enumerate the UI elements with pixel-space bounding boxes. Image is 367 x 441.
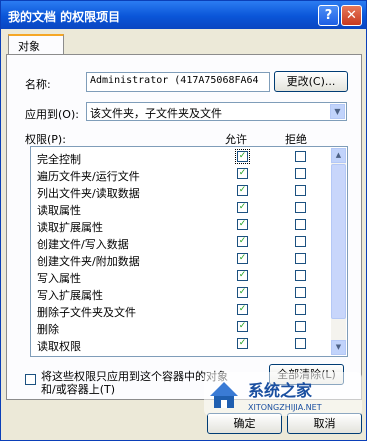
- permission-row: 创建文件夹/附加数据 ✓: [31, 251, 331, 268]
- permissions-list: 完全控制 ✓ 遍历文件夹/运行文件 ✓ 列出文件夹/读取数据 ✓ 读取属性 ✓ 读取扩展属性 ✓ 创…: [30, 146, 348, 357]
- permission-name: 完全控制: [37, 153, 81, 166]
- permission-row: 列出文件夹/读取数据 ✓: [31, 183, 331, 200]
- permission-row: 写入属性 ✓: [31, 268, 331, 285]
- chevron-down-icon[interactable]: ▼: [330, 104, 345, 119]
- permission-row: 删除子文件夹及文件 ✓: [31, 302, 331, 319]
- apply-to-label: 应用到(O):: [25, 108, 79, 121]
- permission-name: 遍历文件夹/运行文件: [37, 170, 140, 183]
- allow-checkbox[interactable]: ✓: [237, 168, 248, 179]
- permission-name: 写入扩展属性: [37, 289, 103, 302]
- apply-inherit-label-2: 和/或容器上(T): [41, 383, 116, 396]
- deny-checkbox[interactable]: [295, 287, 306, 298]
- apply-inherit-checkbox[interactable]: [25, 374, 36, 385]
- watermark-brand: 系统之家: [248, 381, 313, 400]
- scroll-up-icon[interactable]: ▲: [331, 148, 346, 163]
- deny-checkbox[interactable]: [295, 253, 306, 264]
- apply-to-value: 该文件夹，子文件夹及文件: [90, 107, 222, 120]
- title-bar[interactable]: 我的文档 的权限项目 ? ✕: [1, 1, 366, 29]
- permission-row: 读取权限 ✓: [31, 336, 331, 353]
- scroll-down-icon[interactable]: ▼: [331, 340, 346, 355]
- deny-checkbox[interactable]: [295, 151, 306, 162]
- list-scrollbar[interactable]: ▲ ▼: [331, 148, 346, 355]
- deny-checkbox[interactable]: [295, 321, 306, 332]
- change-button[interactable]: 更改(C)...: [274, 71, 348, 92]
- deny-checkbox[interactable]: [295, 304, 306, 315]
- watermark-logo: 系统之家 XITONGZHIJIA.NET: [204, 372, 362, 416]
- permission-entry-dialog: 我的文档 的权限项目 ? ✕ 对象 名称: Administrator (417…: [0, 0, 367, 441]
- allow-checkbox[interactable]: ✓: [237, 236, 248, 247]
- permission-row: 读取属性 ✓: [31, 200, 331, 217]
- permission-name: 创建文件夹/附加数据: [37, 255, 140, 268]
- deny-checkbox[interactable]: [295, 185, 306, 196]
- permission-row: 写入扩展属性 ✓: [31, 285, 331, 302]
- permission-name: 删除: [37, 323, 59, 336]
- permission-name: 读取扩展属性: [37, 221, 103, 234]
- ok-button[interactable]: 确定: [207, 413, 282, 434]
- apply-to-select[interactable]: 该文件夹，子文件夹及文件 ▼: [86, 102, 347, 121]
- watermark-url: XITONGZHIJIA.NET: [248, 403, 322, 412]
- permission-name: 写入属性: [37, 272, 81, 285]
- deny-checkbox[interactable]: [295, 202, 306, 213]
- cancel-button[interactable]: 取消: [287, 413, 362, 434]
- name-label: 名称:: [25, 78, 51, 91]
- deny-header: 拒绝: [285, 133, 307, 146]
- deny-checkbox[interactable]: [295, 168, 306, 179]
- permission-name: 创建文件/写入数据: [37, 238, 129, 251]
- allow-checkbox[interactable]: ✓: [237, 321, 248, 332]
- allow-checkbox[interactable]: ✓: [237, 253, 248, 264]
- permission-row: 删除 ✓: [31, 319, 331, 336]
- allow-checkbox[interactable]: ✓: [237, 219, 248, 230]
- permission-name: 读取权限: [37, 340, 81, 353]
- permission-name: 列出文件夹/读取数据: [37, 187, 140, 200]
- allow-checkbox[interactable]: ✓: [237, 304, 248, 315]
- allow-checkbox[interactable]: ✓: [235, 149, 250, 164]
- deny-checkbox[interactable]: [295, 338, 306, 349]
- allow-header: 允许: [225, 133, 247, 146]
- allow-checkbox[interactable]: ✓: [237, 287, 248, 298]
- permission-row: 完全控制 ✓: [31, 149, 331, 166]
- window-title: 我的文档 的权限项目: [8, 10, 121, 24]
- allow-checkbox[interactable]: ✓: [237, 338, 248, 349]
- help-button[interactable]: ?: [318, 5, 339, 26]
- name-field[interactable]: Administrator (417A75068FA64: [86, 72, 270, 92]
- tab-object[interactable]: 对象: [8, 34, 64, 55]
- allow-checkbox[interactable]: ✓: [237, 185, 248, 196]
- scroll-thumb[interactable]: [331, 164, 346, 319]
- allow-checkbox[interactable]: ✓: [237, 202, 248, 213]
- permission-row: 遍历文件夹/运行文件 ✓: [31, 166, 331, 183]
- permission-row: 创建文件/写入数据 ✓: [31, 234, 331, 251]
- permissions-label: 权限(P):: [25, 133, 66, 146]
- deny-checkbox[interactable]: [295, 219, 306, 230]
- allow-checkbox[interactable]: ✓: [237, 270, 248, 281]
- close-button[interactable]: ✕: [341, 5, 362, 26]
- permission-name: 读取属性: [37, 204, 81, 217]
- permission-name: 删除子文件夹及文件: [37, 306, 136, 319]
- deny-checkbox[interactable]: [295, 236, 306, 247]
- permission-row: 读取扩展属性 ✓: [31, 217, 331, 234]
- deny-checkbox[interactable]: [295, 270, 306, 281]
